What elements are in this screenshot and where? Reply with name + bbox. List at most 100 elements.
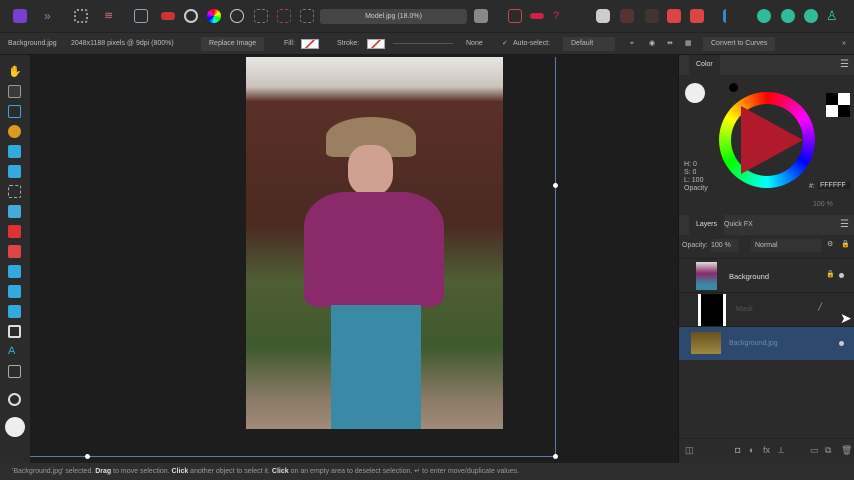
hex-input[interactable]: FFFFFF — [818, 182, 850, 189]
dodge-icon[interactable] — [8, 265, 21, 278]
boolean-add-icon[interactable] — [757, 9, 771, 23]
magnet-icon[interactable]: ? — [553, 9, 567, 23]
layer-opacity-input[interactable]: 100 % — [711, 239, 739, 252]
auto-select-checkbox[interactable]: ✓ — [502, 33, 508, 55]
layer-row[interactable]: Background 🔒 — [679, 258, 854, 292]
fill-color-circle[interactable] — [685, 83, 705, 103]
more-icon[interactable]: » — [842, 33, 846, 55]
levels-icon[interactable] — [161, 12, 175, 20]
convert-to-curves-button[interactable]: Convert to Curves — [703, 37, 776, 51]
tools-panel: ✋ A — [0, 55, 30, 463]
stroke-swatch[interactable] — [367, 39, 385, 49]
arrange-back-icon[interactable] — [620, 9, 634, 23]
user-icon[interactable]: ♙ — [826, 9, 840, 23]
liquify-persona-icon[interactable]: » — [44, 9, 58, 23]
paint-brush-icon[interactable] — [8, 225, 21, 238]
clone-icon[interactable] — [8, 285, 21, 298]
panel-menu-icon[interactable]: ☰ — [840, 59, 849, 70]
rect-marquee-icon[interactable] — [8, 185, 21, 198]
duplicate-icon[interactable]: ⧉ — [825, 445, 831, 456]
snapping-icon[interactable] — [508, 9, 522, 23]
layer-name[interactable]: Background.jpg — [729, 340, 778, 347]
layer-row[interactable]: Mask ╱ — [679, 292, 854, 326]
tab-quick-fx[interactable]: Quick FX — [717, 215, 760, 235]
status-text: on an empty area to deselect selection. … — [288, 468, 520, 475]
picker-icon[interactable] — [729, 83, 738, 92]
mesh-warp-icon[interactable] — [8, 365, 21, 378]
noise-swatch[interactable] — [826, 93, 850, 117]
lock-icon[interactable]: 🔒 — [841, 240, 850, 248]
hand-tool-icon[interactable]: ✋ — [8, 65, 22, 78]
boolean-subtract-icon[interactable] — [781, 9, 795, 23]
visibility-dot[interactable] — [839, 273, 844, 278]
hex-label: #: — [809, 183, 815, 190]
tab-color[interactable]: Color — [689, 55, 720, 75]
gear-icon[interactable]: ⚙ — [827, 240, 833, 248]
transform-origin-icon[interactable]: ⌖ — [630, 33, 634, 55]
fx-icon[interactable]: fx — [763, 445, 770, 455]
edit-brush-icon[interactable]: ╱ — [818, 303, 822, 311]
rectangle-tool-icon[interactable] — [8, 325, 21, 338]
right-panel: Color ☰ H: 0 S: 0 L: 100 Opacity #: FFFF… — [678, 55, 854, 463]
folder-icon[interactable]: ▭ — [810, 445, 819, 456]
move-front-icon[interactable] — [667, 9, 681, 23]
blemish-icon[interactable] — [8, 305, 21, 318]
zoom-tool-icon[interactable] — [8, 393, 21, 406]
show-origin-icon[interactable]: ◉ — [649, 33, 655, 55]
marquee-icon[interactable] — [8, 165, 21, 178]
quick-mask-icon[interactable] — [474, 9, 488, 23]
select-all-icon[interactable] — [254, 9, 268, 23]
app-logo-icon[interactable] — [13, 9, 27, 23]
tone-mapping-icon[interactable]: ≋ — [104, 9, 118, 23]
mask-icon[interactable] — [184, 9, 198, 23]
image-info[interactable]: 2048x1188 pixels @ 9dpi (800%) — [71, 33, 174, 55]
flood-select-icon[interactable] — [8, 145, 21, 158]
layer-name[interactable]: Background — [729, 272, 769, 281]
resize-handle[interactable] — [553, 183, 558, 188]
stroke-width-value[interactable]: None — [466, 33, 483, 55]
resize-handle[interactable] — [553, 454, 558, 459]
layer-name[interactable]: Mask — [736, 306, 753, 313]
trash-icon[interactable]: 🗑 — [841, 445, 852, 456]
adjustment-icon[interactable]: ◐ — [749, 445, 754, 455]
grid-icon[interactable]: ▦ — [685, 33, 692, 55]
opacity-value[interactable]: 100 % — [813, 201, 833, 208]
deselect-icon[interactable] — [277, 9, 291, 23]
layer-options-icon[interactable]: ◫ — [685, 445, 694, 456]
resize-handle[interactable] — [85, 454, 90, 459]
color-wheel[interactable] — [719, 92, 815, 188]
document-title[interactable]: Model.jpg (18.0%) — [320, 9, 467, 24]
move-back-icon[interactable] — [690, 9, 704, 23]
fill-swatch[interactable] — [301, 39, 319, 49]
layer-row-selected[interactable]: Background.jpg — [679, 326, 854, 360]
red-toggle-icon[interactable] — [530, 13, 544, 19]
develop-persona-icon[interactable] — [74, 9, 88, 23]
blend-mode-dropdown[interactable]: Normal — [751, 239, 821, 252]
invert-selection-icon[interactable] — [300, 9, 314, 23]
color-triangle[interactable] — [741, 106, 803, 174]
text-tool-icon[interactable]: A — [8, 345, 21, 358]
crop-tool-icon[interactable] — [8, 105, 21, 118]
align-icon[interactable] — [723, 9, 737, 23]
lock-icon[interactable]: 🔒 — [826, 270, 835, 278]
erase-brush-icon[interactable] — [8, 245, 21, 258]
auto-select-dropdown[interactable]: Default — [563, 37, 615, 51]
color-picker-icon[interactable] — [8, 205, 21, 218]
export-persona-icon[interactable] — [134, 9, 148, 23]
color-wheel-icon[interactable] — [207, 9, 221, 23]
selection-brush-icon[interactable] — [8, 125, 21, 138]
brush-icon[interactable]: ⟂ — [778, 445, 784, 456]
flip-horizontal-icon[interactable]: ⇹ — [667, 33, 673, 55]
boolean-intersect-icon[interactable] — [804, 9, 818, 23]
move-tool-icon[interactable] — [8, 85, 21, 98]
color-swatch-icon[interactable] — [5, 417, 25, 437]
replace-image-button[interactable]: Replace Image — [201, 37, 265, 51]
photo-image[interactable] — [246, 57, 503, 429]
panel-menu-icon[interactable]: ☰ — [840, 219, 849, 230]
brush-icon[interactable] — [230, 9, 244, 23]
arrange-forward-icon[interactable] — [645, 9, 659, 23]
visibility-dot[interactable] — [839, 341, 844, 346]
assistant-icon[interactable] — [596, 9, 610, 23]
mask-layer-icon[interactable]: ◘ — [735, 445, 740, 455]
stroke-width-slider[interactable] — [393, 43, 453, 44]
